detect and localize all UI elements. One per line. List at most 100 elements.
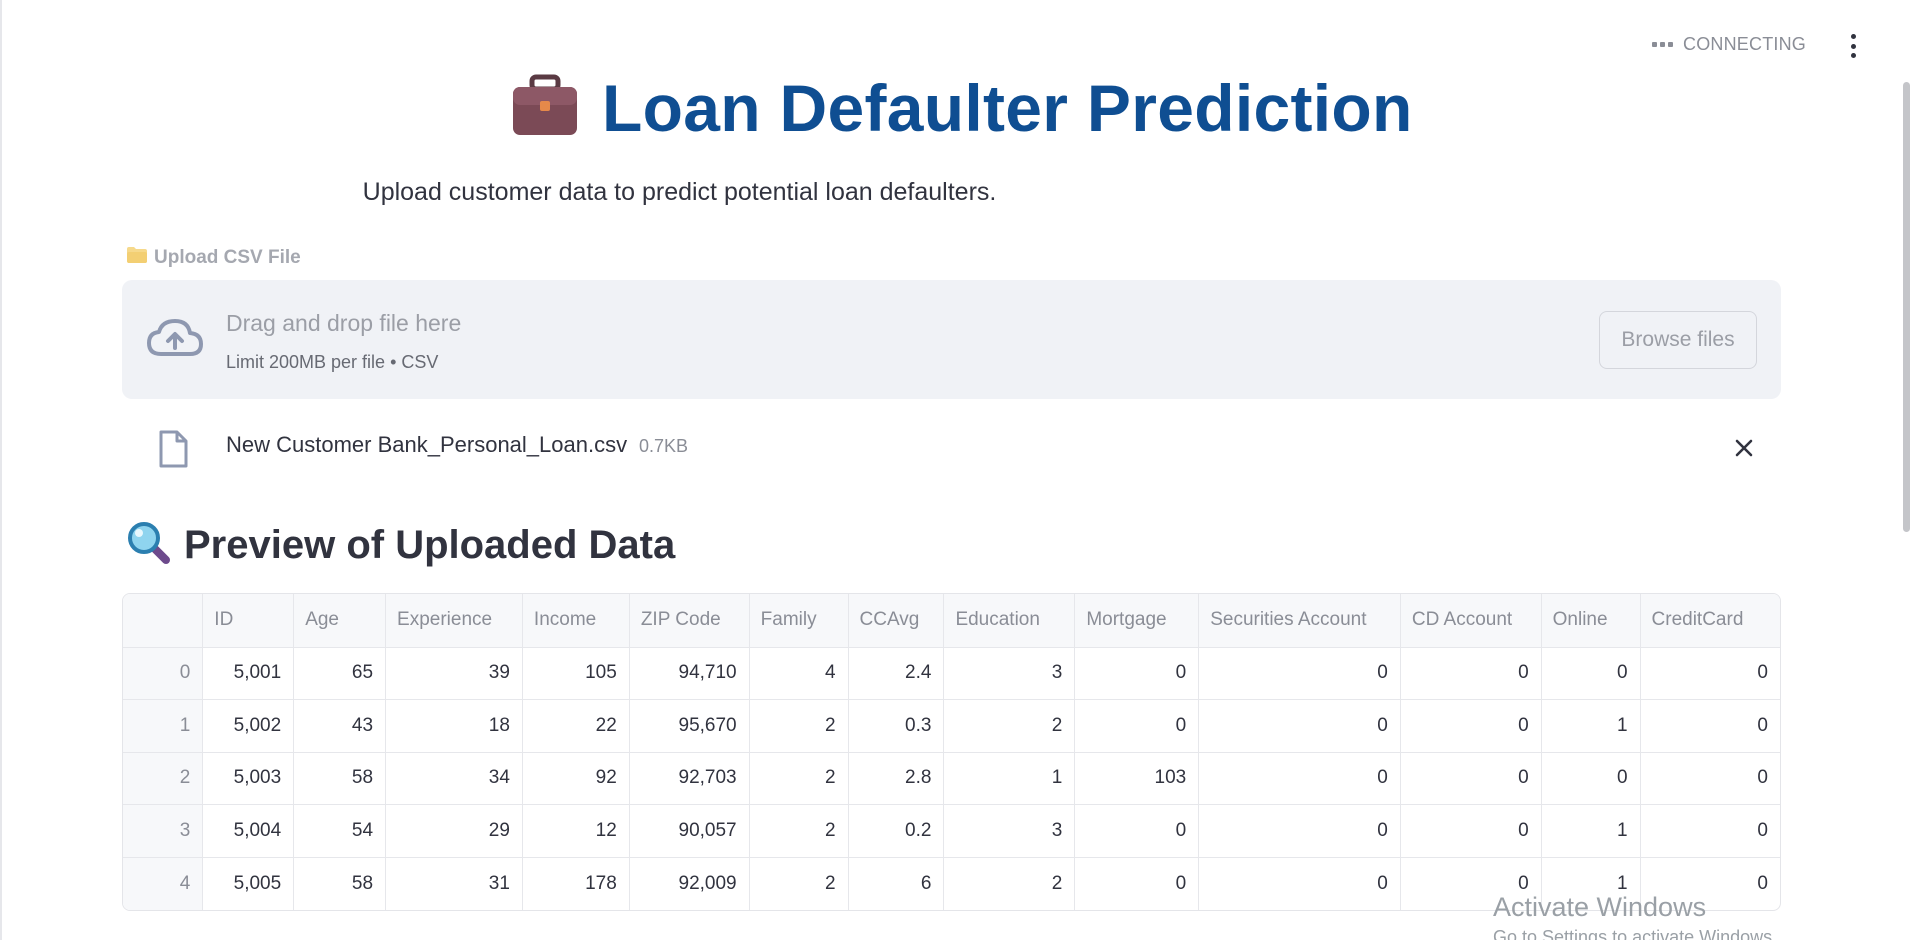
table-cell[interactable]: 95,670: [629, 699, 750, 753]
table-cell[interactable]: 0.2: [848, 804, 945, 858]
table-cell[interactable]: 2: [749, 804, 849, 858]
preview-title: Preview of Uploaded Data: [184, 523, 676, 567]
table-cell[interactable]: 0: [1541, 752, 1641, 806]
row-index[interactable]: 2: [123, 752, 204, 806]
table-cell[interactable]: 92: [522, 752, 630, 806]
table-cell[interactable]: 5,004: [202, 804, 295, 858]
row-index[interactable]: 4: [123, 857, 204, 910]
table-cell[interactable]: 0: [1640, 752, 1780, 806]
column-header[interactable]: ZIP Code: [629, 594, 750, 648]
table-cell[interactable]: 29: [385, 804, 523, 858]
table-cell[interactable]: 0: [1541, 647, 1641, 701]
column-header[interactable]: Mortgage: [1074, 594, 1200, 648]
browse-files-button[interactable]: Browse files: [1599, 311, 1757, 369]
connecting-icon: [1652, 42, 1673, 47]
table-cell[interactable]: 5,005: [202, 857, 295, 910]
table-cell[interactable]: 5,001: [202, 647, 295, 701]
table-cell[interactable]: 43: [293, 699, 387, 753]
row-index[interactable]: 1: [123, 699, 204, 753]
table-cell[interactable]: 1: [1541, 804, 1641, 858]
column-header[interactable]: Age: [293, 594, 387, 648]
table-cell[interactable]: 0: [1198, 647, 1401, 701]
table-cell[interactable]: 0: [1400, 752, 1542, 806]
table-cell[interactable]: 2.4: [848, 647, 945, 701]
table-cell[interactable]: 178: [522, 857, 630, 910]
column-header[interactable]: Securities Account: [1198, 594, 1401, 648]
table-cell[interactable]: 2: [749, 857, 849, 910]
table-cell[interactable]: 0: [1640, 804, 1780, 858]
table-cell[interactable]: 0: [1074, 699, 1200, 753]
scrollbar-thumb[interactable]: [1903, 82, 1910, 532]
table-cell[interactable]: 4: [749, 647, 849, 701]
table-cell[interactable]: 22: [522, 699, 630, 753]
file-dropzone[interactable]: Drag and drop file here Limit 200MB per …: [122, 280, 1781, 399]
cloud-upload-icon: [146, 316, 204, 363]
column-header[interactable]: Online: [1541, 594, 1641, 648]
row-index[interactable]: 3: [123, 804, 204, 858]
column-header[interactable]: CreditCard: [1640, 594, 1780, 648]
table-cell[interactable]: 2: [749, 699, 849, 753]
table-cell[interactable]: 34: [385, 752, 523, 806]
table-cell[interactable]: 1: [943, 752, 1076, 806]
column-header[interactable]: ID: [202, 594, 295, 648]
table-cell[interactable]: 39: [385, 647, 523, 701]
table-cell[interactable]: 0: [1198, 804, 1401, 858]
status-text: CONNECTING: [1683, 34, 1806, 54]
table-cell[interactable]: 31: [385, 857, 523, 910]
table-cell[interactable]: 94,710: [629, 647, 750, 701]
table-cell[interactable]: 0: [1074, 804, 1200, 858]
table-cell[interactable]: 0: [1640, 699, 1780, 753]
table-row[interactable]: 2 5,003 58 34 92 92,703 2 2.8 1 103 0 0 0 0: [123, 752, 1780, 806]
table-cell[interactable]: 0.3: [848, 699, 945, 753]
upload-label: Upload CSV File: [126, 246, 301, 270]
table-cell[interactable]: 92,703: [629, 752, 750, 806]
table-cell[interactable]: 58: [293, 752, 387, 806]
table-cell[interactable]: 105: [522, 647, 630, 701]
table-cell[interactable]: 6: [848, 857, 945, 910]
table-cell[interactable]: 2: [749, 752, 849, 806]
close-icon[interactable]: [1730, 434, 1758, 462]
column-header[interactable]: Income: [522, 594, 630, 648]
table-cell[interactable]: 0: [1400, 804, 1542, 858]
table-cell[interactable]: 58: [293, 857, 387, 910]
column-header[interactable]: Experience: [385, 594, 523, 648]
table-cell[interactable]: 5,003: [202, 752, 295, 806]
table-row[interactable]: 3 5,004 54 29 12 90,057 2 0.2 3 0 0 0 1 0: [123, 804, 1780, 858]
table-cell[interactable]: 3: [943, 647, 1076, 701]
data-table[interactable]: ID Age Experience Income ZIP Code Family CCAvg…: [122, 593, 1781, 911]
column-header[interactable]: CCAvg: [848, 594, 945, 648]
table-cell[interactable]: 92,009: [629, 857, 750, 910]
table-cell[interactable]: 103: [1074, 752, 1200, 806]
table-cell[interactable]: 0: [1640, 647, 1780, 701]
table-cell[interactable]: 54: [293, 804, 387, 858]
table-cell[interactable]: 12: [522, 804, 630, 858]
table-cell[interactable]: 65: [293, 647, 387, 701]
table-cell[interactable]: 0: [1198, 857, 1401, 910]
table-cell[interactable]: 1: [1541, 699, 1641, 753]
column-header[interactable]: Family: [749, 594, 849, 648]
table-cell[interactable]: 0: [1400, 647, 1542, 701]
table-cell[interactable]: 0: [1198, 699, 1401, 753]
window-left-border: [0, 0, 2, 940]
table-row[interactable]: 1 5,002 43 18 22 95,670 2 0.3 2 0 0 0 1 0: [123, 699, 1780, 753]
table-cell[interactable]: 0: [1198, 752, 1401, 806]
row-index[interactable]: 0: [123, 647, 204, 701]
dropzone-limit: Limit 200MB per file • CSV: [226, 352, 439, 372]
page-subtitle-text: Upload customer data to predict potentia…: [362, 178, 997, 206]
main-menu-icon[interactable]: [1846, 34, 1860, 58]
column-header[interactable]: CD Account: [1400, 594, 1542, 648]
table-cell[interactable]: 18: [385, 699, 523, 753]
column-header[interactable]: Education: [943, 594, 1076, 648]
table-cell[interactable]: 0: [1400, 699, 1542, 753]
table-cell[interactable]: 3: [943, 804, 1076, 858]
table-cell[interactable]: 2.8: [848, 752, 945, 806]
table-cell[interactable]: 90,057: [629, 804, 750, 858]
table-cell[interactable]: 5,002: [202, 699, 295, 753]
index-header[interactable]: [123, 594, 204, 648]
table-row[interactable]: 0 5,001 65 39 105 94,710 4 2.4 3 0 0 0 0 0: [123, 647, 1780, 701]
table-cell[interactable]: 0: [1074, 647, 1200, 701]
page-subtitle: Upload customer data to predict potentia…: [0, 178, 1915, 207]
table-cell[interactable]: 0: [1074, 857, 1200, 910]
table-cell[interactable]: 2: [943, 857, 1076, 910]
table-cell[interactable]: 2: [943, 699, 1076, 753]
